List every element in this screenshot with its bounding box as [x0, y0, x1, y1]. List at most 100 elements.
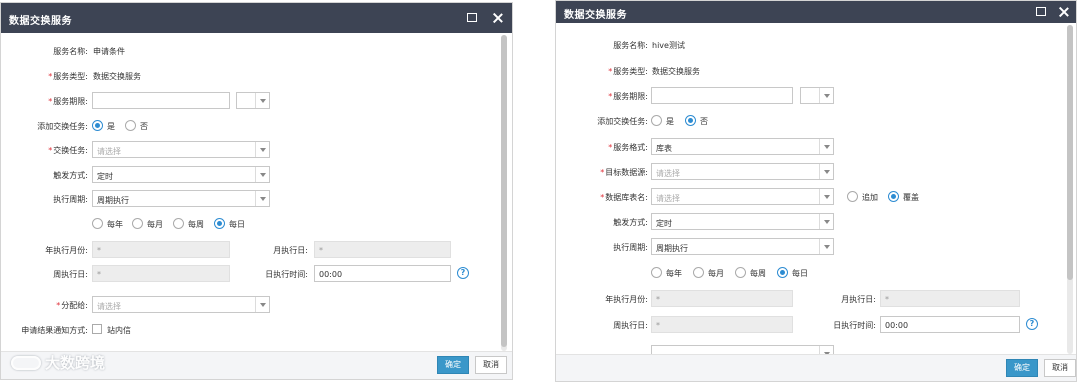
cancel-button[interactable]: 取消 — [475, 356, 507, 374]
right-scroll-thumb[interactable] — [1067, 25, 1073, 280]
service-name-label: 服务名称: — [53, 47, 88, 56]
chevron-down-icon — [824, 170, 830, 174]
mode-overwrite-radio[interactable] — [888, 191, 899, 202]
trigger-select[interactable]: 定时 — [651, 213, 834, 230]
year-month-label: 年执行月份: — [45, 246, 88, 255]
right-form-body: 服务名称: hive测试 *服务类型: 数据交换服务 *服务期限: 添加交换任务… — [556, 23, 1076, 354]
service-type-label: *服务类型: — [608, 67, 648, 76]
service-period-label: *服务期限: — [608, 92, 648, 101]
month-day-input[interactable]: * — [314, 241, 451, 258]
service-name-value: 申请条件 — [93, 47, 125, 56]
freq-monthly-label: 每月 — [708, 269, 724, 278]
chevron-down-icon — [260, 173, 266, 177]
target-datasource-select[interactable]: 请选择 — [651, 163, 834, 180]
period-select[interactable]: 周期执行 — [92, 190, 270, 207]
left-scroll-thumb[interactable] — [501, 35, 507, 347]
month-day-label: 月执行日: — [273, 246, 308, 255]
service-period-label: *服务期限: — [48, 97, 88, 106]
mode-overwrite-label: 覆盖 — [903, 193, 919, 202]
period-select[interactable]: 周期执行 — [651, 238, 834, 255]
freq-weekly-radio[interactable] — [173, 218, 184, 229]
maximize-icon[interactable] — [1033, 4, 1049, 20]
close-icon[interactable] — [1056, 4, 1072, 20]
notify-inbox-checkbox[interactable] — [92, 324, 102, 334]
freq-daily-radio[interactable] — [777, 267, 788, 278]
service-name-label: 服务名称: — [613, 41, 648, 50]
help-icon[interactable]: ? — [457, 267, 469, 279]
add-task-yes-label: 是 — [666, 117, 674, 126]
week-day-label: 周执行日: — [613, 321, 648, 330]
add-task-yes-radio[interactable] — [651, 115, 662, 126]
watermark-logo-icon — [11, 356, 41, 370]
right-titlebar: 数据交换服务 — [556, 1, 1076, 23]
service-type-label: *服务类型: — [48, 72, 88, 81]
watermark: 大数跨境 — [11, 352, 105, 373]
year-month-input[interactable]: * — [651, 290, 793, 307]
cancel-button[interactable]: 取消 — [1044, 359, 1076, 377]
add-task-no-label: 否 — [700, 117, 708, 126]
add-task-no-label: 否 — [140, 122, 148, 131]
maximize-icon[interactable] — [464, 10, 480, 26]
left-titlebar: 数据交换服务 — [1, 3, 512, 33]
chevron-down-icon — [260, 303, 266, 307]
right-dialog: 数据交换服务 服务名称: hive测试 *服务类型: 数据交换服务 *服务期限:… — [555, 0, 1077, 382]
close-icon[interactable] — [490, 10, 506, 26]
left-footer: 大数跨境 确定 取消 — [1, 351, 512, 379]
service-period-input[interactable] — [651, 87, 793, 104]
freq-yearly-label: 每年 — [666, 269, 682, 278]
add-task-no-radio[interactable] — [125, 120, 136, 131]
week-day-input[interactable]: * — [92, 265, 230, 282]
freq-yearly-radio[interactable] — [651, 267, 662, 278]
year-month-label: 年执行月份: — [605, 295, 648, 304]
add-task-yes-radio[interactable] — [92, 120, 103, 131]
ok-button[interactable]: 确定 — [1006, 359, 1038, 377]
month-day-input[interactable]: * — [880, 290, 1020, 307]
service-period-unit-select[interactable] — [236, 92, 270, 109]
week-day-label: 周执行日: — [53, 270, 88, 279]
ok-button[interactable]: 确定 — [437, 356, 469, 374]
add-task-no-radio[interactable] — [685, 115, 696, 126]
chevron-down-icon — [824, 195, 830, 199]
add-task-yes-label: 是 — [107, 122, 115, 131]
next-select-partial[interactable] — [651, 345, 834, 354]
freq-daily-label: 每日 — [792, 269, 808, 278]
table-name-select[interactable]: 请选择 — [651, 188, 834, 205]
service-period-input[interactable] — [92, 92, 230, 109]
chevron-down-icon — [260, 148, 266, 152]
assign-select[interactable]: 请选择 — [92, 296, 270, 313]
add-task-label: 添加交换任务: — [37, 122, 88, 131]
format-select[interactable]: 库表 — [651, 138, 834, 155]
freq-daily-label: 每日 — [229, 220, 245, 229]
chevron-down-icon — [824, 94, 830, 98]
exchange-task-select[interactable]: 请选择 — [92, 141, 270, 158]
freq-weekly-label: 每周 — [750, 269, 766, 278]
left-scrollbar[interactable] — [501, 35, 507, 351]
freq-weekly-radio[interactable] — [735, 267, 746, 278]
chevron-down-icon — [824, 145, 830, 149]
year-month-input[interactable]: * — [92, 241, 230, 258]
day-time-input[interactable]: 00:00 — [880, 316, 1020, 333]
trigger-select[interactable]: 定时 — [92, 166, 270, 183]
target-datasource-label: *目标数据源: — [600, 168, 648, 177]
add-task-label: 添加交换任务: — [597, 117, 648, 126]
freq-yearly-radio[interactable] — [92, 218, 103, 229]
day-time-label: 日执行时间: — [265, 270, 308, 279]
day-time-input[interactable]: 00:00 — [314, 265, 451, 282]
week-day-input[interactable]: * — [651, 316, 793, 333]
chevron-down-icon — [260, 99, 266, 103]
chevron-down-icon — [824, 220, 830, 224]
chevron-down-icon — [824, 245, 830, 249]
freq-monthly-radio[interactable] — [132, 218, 143, 229]
exchange-task-label: *交换任务: — [48, 146, 88, 155]
freq-monthly-radio[interactable] — [693, 267, 704, 278]
mode-append-radio[interactable] — [847, 191, 858, 202]
freq-monthly-label: 每月 — [147, 220, 163, 229]
service-period-unit-select[interactable] — [800, 87, 834, 104]
mode-append-label: 追加 — [862, 193, 878, 202]
right-scrollbar[interactable] — [1067, 25, 1073, 354]
right-footer: 确定 取消 — [556, 354, 1076, 381]
help-icon[interactable]: ? — [1026, 318, 1038, 330]
freq-daily-radio[interactable] — [214, 218, 225, 229]
service-name-value: hive测试 — [652, 41, 685, 50]
left-form-body: 服务名称: 申请条件 *服务类型: 数据交换服务 *服务期限: 添加交换任务: … — [1, 33, 512, 351]
